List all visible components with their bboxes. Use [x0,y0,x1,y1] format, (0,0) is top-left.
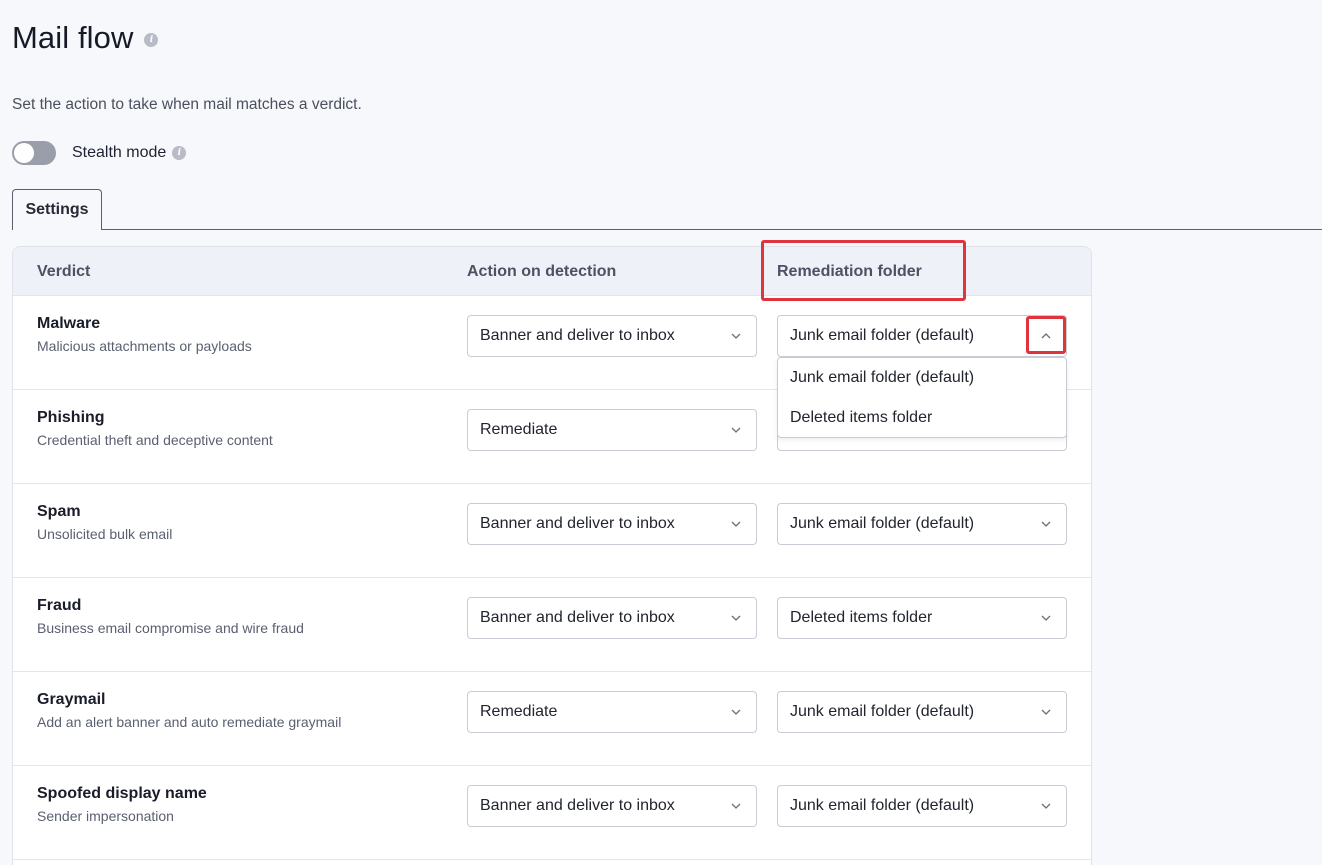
tabs-divider [12,229,1322,230]
folder-select[interactable]: Junk email folder (default) [777,503,1067,545]
folder-select-value: Junk email folder (default) [790,703,975,720]
info-icon[interactable]: i [144,33,159,47]
page-header: Mail flow i [12,20,159,56]
verdict-description: Malicious attachments or payloads [37,338,252,354]
verdict-description: Sender impersonation [37,808,174,824]
chevron-down-icon [1040,800,1052,812]
folder-select-value: Junk email folder (default) [790,515,975,532]
chevron-down-icon [730,612,742,624]
action-select[interactable]: Banner and deliver to inbox [467,503,757,545]
chevron-down-icon [730,800,742,812]
folder-select-value: Deleted items folder [790,609,933,626]
stealth-mode-toggle[interactable] [12,141,56,165]
verdict-name: Spam [37,503,81,520]
verdict-name: Fraud [37,597,82,614]
table-row: Graymail Add an alert banner and auto re… [13,672,1091,766]
folder-select[interactable]: Junk email folder (default) [777,315,1067,357]
chevron-down-icon [1040,706,1052,718]
chevron-down-icon [730,424,742,436]
action-select[interactable]: Banner and deliver to inbox [467,315,757,357]
page-description: Set the action to take when mail matches… [12,96,362,113]
folder-select[interactable]: Deleted items folder [777,597,1067,639]
action-select-value: Remediate [480,421,558,438]
verdict-name: Spoofed display name [37,785,207,802]
chevron-down-icon [1040,518,1052,530]
chevron-down-icon [730,330,742,342]
table-row: Fraud Business email compromise and wire… [13,578,1091,672]
folder-select[interactable]: Junk email folder (default) [777,785,1067,827]
folder-dropdown-menu: Junk email folder (default) Deleted item… [777,357,1067,438]
chevron-down-icon [1040,612,1052,624]
folder-select-value: Junk email folder (default) [790,797,975,814]
chevron-down-icon [730,706,742,718]
verdict-name: Malware [37,315,101,332]
action-select-value: Banner and deliver to inbox [480,797,675,814]
verdict-description: Business email compromise and wire fraud [37,620,304,636]
info-icon[interactable]: i [172,146,187,160]
action-select-value: Banner and deliver to inbox [480,515,675,532]
action-select-value: Banner and deliver to inbox [480,609,675,626]
verdict-description: Credential theft and deceptive content [37,432,273,448]
highlight-box [761,240,966,301]
dropdown-option-deleted[interactable]: Deleted items folder [778,398,1066,438]
page-title: Mail flow [12,20,134,55]
action-select-value: Banner and deliver to inbox [480,327,675,344]
folder-select[interactable]: Junk email folder (default) [777,691,1067,733]
verdict-name: Phishing [37,409,105,426]
action-select[interactable]: Banner and deliver to inbox [467,597,757,639]
action-select-value: Remediate [480,703,558,720]
toggle-knob [14,143,34,163]
highlight-box [1026,316,1066,354]
tab-settings[interactable]: Settings [12,189,102,230]
verdict-table: Verdict Action on detection Remediation … [12,246,1092,865]
chevron-down-icon [730,518,742,530]
table-row: Spam Unsolicited bulk email Banner and d… [13,484,1091,578]
verdict-name: Graymail [37,691,106,708]
column-header-verdict: Verdict [37,263,91,280]
stealth-mode-label: Stealth mode [72,144,167,161]
action-select[interactable]: Remediate [467,409,757,451]
folder-select-value: Junk email folder (default) [790,327,975,344]
verdict-description: Add an alert banner and auto remediate g… [37,714,342,730]
dropdown-option-junk[interactable]: Junk email folder (default) [778,358,1066,398]
verdict-description: Unsolicited bulk email [37,526,173,542]
action-select[interactable]: Banner and deliver to inbox [467,785,757,827]
column-header-action: Action on detection [467,263,617,280]
stealth-mode-row: Stealth mode i [12,141,187,165]
table-row: Spoofed display name Sender impersonatio… [13,766,1091,860]
action-select[interactable]: Remediate [467,691,757,733]
